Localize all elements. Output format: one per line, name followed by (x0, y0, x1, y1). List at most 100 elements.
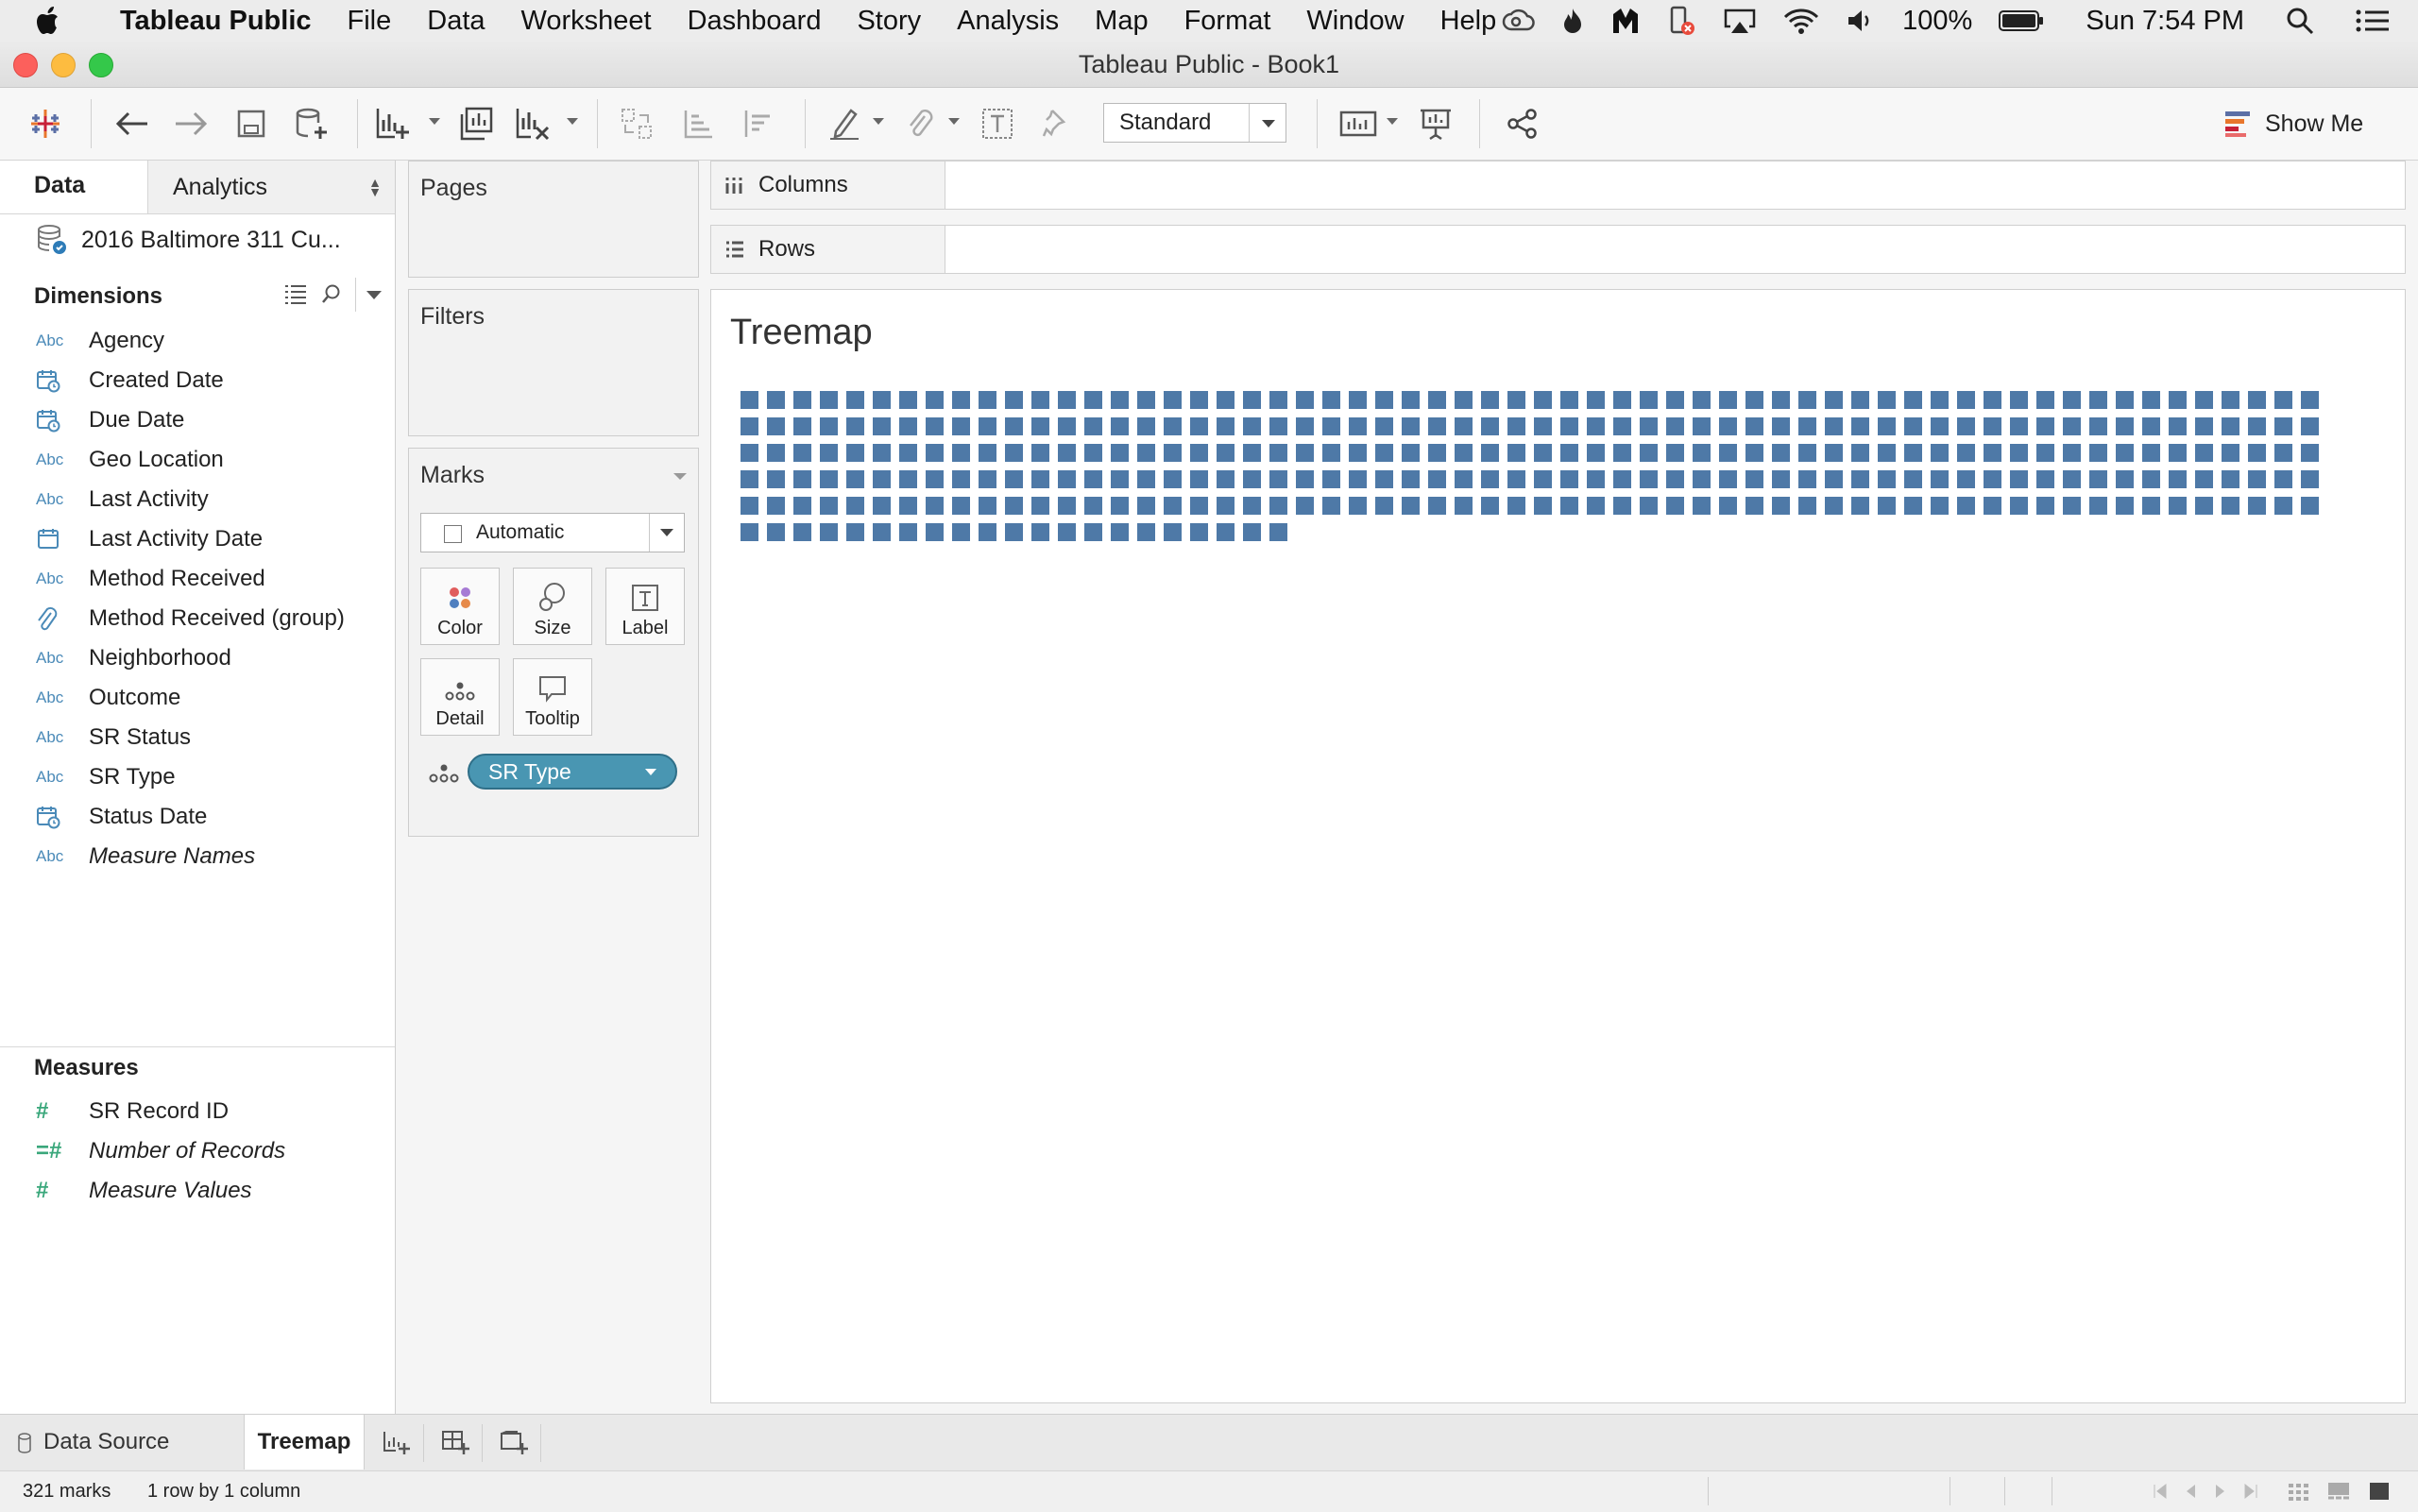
mark-square[interactable] (1164, 391, 1182, 409)
mark-square[interactable] (1031, 444, 1049, 462)
columns-shelf[interactable]: Columns (710, 161, 2406, 210)
dimension-field[interactable]: Abc Neighborhood (0, 638, 395, 678)
mark-square[interactable] (1825, 497, 1843, 515)
mark-square[interactable] (1428, 391, 1446, 409)
mark-square[interactable] (2142, 391, 2160, 409)
next-sheet-icon[interactable] (2212, 1483, 2229, 1500)
mark-square[interactable] (979, 470, 996, 488)
dimension-field[interactable]: Abc Measure Names (0, 837, 395, 876)
mark-square[interactable] (1534, 391, 1552, 409)
mark-square[interactable] (1375, 391, 1393, 409)
mark-square[interactable] (846, 470, 864, 488)
mark-square[interactable] (1931, 444, 1949, 462)
mark-square[interactable] (1878, 391, 1896, 409)
mark-square[interactable] (1719, 417, 1737, 435)
mark-square[interactable] (1507, 444, 1525, 462)
mark-square[interactable] (1084, 391, 1102, 409)
swap-rows-columns-icon[interactable] (618, 105, 656, 143)
mark-square[interactable] (2036, 497, 2054, 515)
mark-square[interactable] (1005, 497, 1023, 515)
viz-canvas[interactable]: Treemap (710, 289, 2406, 1403)
last-sheet-icon[interactable] (2242, 1483, 2259, 1500)
mark-square[interactable] (1693, 417, 1711, 435)
mark-square[interactable] (741, 470, 758, 488)
mark-square[interactable] (873, 470, 891, 488)
tab-analytics[interactable]: Analytics ▲ ▼ (147, 161, 395, 213)
mark-square[interactable] (899, 523, 917, 541)
mark-square[interactable] (979, 391, 996, 409)
mark-square[interactable] (2169, 417, 2187, 435)
mark-square[interactable] (767, 470, 785, 488)
mark-square[interactable] (1666, 417, 1684, 435)
wifi-icon[interactable] (1783, 8, 1819, 34)
menu-window[interactable]: Window (1288, 6, 1422, 37)
mark-square[interactable] (1243, 444, 1261, 462)
mark-square[interactable] (2195, 444, 2213, 462)
mark-square[interactable] (2036, 444, 2054, 462)
dimension-field[interactable]: Due Date (0, 400, 395, 440)
mark-square[interactable] (873, 391, 891, 409)
mark-square[interactable] (1217, 497, 1235, 515)
mark-square[interactable] (1666, 444, 1684, 462)
mark-square[interactable] (1164, 417, 1182, 435)
filters-card[interactable]: Filters (408, 289, 699, 436)
mark-square[interactable] (1745, 497, 1763, 515)
window-zoom-button[interactable] (89, 53, 113, 77)
mark-square[interactable] (1111, 523, 1129, 541)
mark-square[interactable] (2010, 391, 2028, 409)
group-dropdown[interactable] (948, 118, 960, 125)
clear-sheet-icon[interactable] (514, 105, 552, 143)
list-view-icon[interactable] (283, 283, 308, 304)
mark-square[interactable] (2274, 470, 2292, 488)
mark-square[interactable] (1269, 470, 1287, 488)
mark-square[interactable] (767, 444, 785, 462)
label-button[interactable]: Label (605, 568, 685, 645)
mark-square[interactable] (1904, 444, 1922, 462)
group-members-icon[interactable] (901, 105, 939, 143)
mark-square[interactable] (2063, 391, 2081, 409)
mark-square[interactable] (2274, 497, 2292, 515)
mark-square[interactable] (1322, 391, 1340, 409)
mark-square[interactable] (1031, 417, 1049, 435)
show-mark-labels-icon[interactable] (979, 105, 1016, 143)
mark-square[interactable] (1534, 470, 1552, 488)
mark-square[interactable] (1613, 470, 1631, 488)
mark-square[interactable] (1507, 497, 1525, 515)
mark-square[interactable] (1587, 497, 1605, 515)
mark-square[interactable] (1455, 417, 1473, 435)
mark-square[interactable] (1058, 391, 1076, 409)
measure-field[interactable]: # SR Record ID (0, 1092, 395, 1131)
mark-square[interactable] (1217, 391, 1235, 409)
mark-square[interactable] (2222, 470, 2239, 488)
mark-square[interactable] (1851, 417, 1869, 435)
show-tabs-icon[interactable] (2369, 1482, 2390, 1501)
mark-square[interactable] (1322, 470, 1340, 488)
chevron-down-icon[interactable] (366, 291, 382, 299)
tooltip-button[interactable]: Tooltip (513, 658, 592, 736)
new-worksheet-dropdown[interactable] (429, 118, 440, 125)
tab-treemap[interactable]: Treemap (244, 1415, 365, 1470)
mark-square[interactable] (1745, 444, 1763, 462)
mark-square[interactable] (1798, 497, 1816, 515)
dimension-field[interactable]: Abc Outcome (0, 678, 395, 718)
menu-map[interactable]: Map (1077, 6, 1166, 37)
menu-dashboard[interactable]: Dashboard (670, 6, 840, 37)
mark-square[interactable] (1507, 470, 1525, 488)
presentation-mode-icon[interactable] (1417, 105, 1455, 143)
mark-square[interactable] (1402, 470, 1420, 488)
mark-square[interactable] (2274, 444, 2292, 462)
mark-square[interactable] (1428, 444, 1446, 462)
mark-square[interactable] (1428, 470, 1446, 488)
mark-square[interactable] (1560, 444, 1578, 462)
mark-square[interactable] (2195, 470, 2213, 488)
chevron-down-icon[interactable] (649, 514, 684, 552)
mark-square[interactable] (846, 523, 864, 541)
new-story-tab-icon[interactable] (487, 1424, 541, 1462)
mark-square[interactable] (1587, 444, 1605, 462)
mark-square[interactable] (1111, 470, 1129, 488)
mark-square[interactable] (899, 470, 917, 488)
mark-square[interactable] (2089, 417, 2107, 435)
mark-square[interactable] (1772, 497, 1790, 515)
mark-square[interactable] (979, 417, 996, 435)
mark-square[interactable] (793, 497, 811, 515)
